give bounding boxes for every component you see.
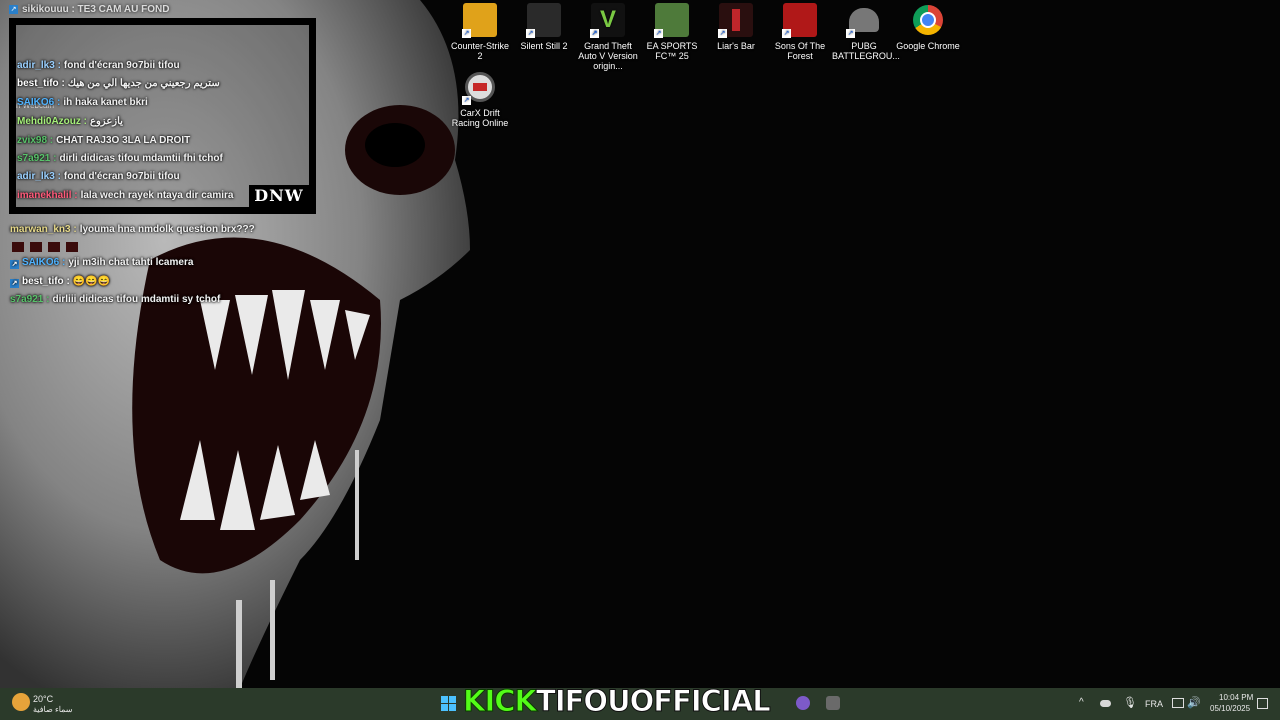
webcam-title: sikikouuu : TE3 CAM AU FOND	[22, 4, 170, 15]
chat-username: marwan_kn3 :	[10, 224, 77, 235]
desktop-icon-carx-drift[interactable]: ↗ CarX Drift Racing Online	[448, 67, 512, 128]
cs2-icon: ↗	[462, 3, 497, 38]
chat-username: Mehdi0Azouz :	[17, 116, 87, 127]
microphone-icon[interactable]: 🎙	[1123, 696, 1137, 709]
kick-badge-icon: ↗	[10, 279, 19, 288]
desktop-icon-label: EA SPORTS FC™ 25	[646, 41, 698, 61]
chat-message: ↗ best_tifo : 😄😄😄	[10, 276, 110, 288]
desktop-icon-sons-of-the-forest[interactable]: ↗ Sons Of The Forest	[768, 0, 832, 61]
chat-text: ستريم رجعيني من جديها الي من هيك	[67, 78, 220, 89]
carx-icon: ↗	[462, 70, 497, 105]
kick-badge-icon: ↗	[10, 260, 19, 269]
network-icon[interactable]	[1172, 698, 1184, 708]
volume-icon[interactable]: 🔊	[1187, 696, 1201, 709]
chat-text: dirli didicas tifou mdamtii fhi tchof	[59, 153, 223, 164]
chat-text: ih haka kanet bkri	[63, 97, 148, 108]
chat-text: lyouma hna nmdolk question brx???	[79, 224, 255, 235]
taskbar-app-icon[interactable]	[826, 696, 840, 710]
chat-username: s7a921 :	[10, 294, 50, 305]
silent-still-icon: ↗	[526, 3, 561, 38]
desktop-icon-label: PUBG BATTLEGROU...	[832, 41, 900, 61]
chat-username: adir_lk3 :	[17, 171, 61, 182]
kick-channel-banner: KICKTIFOUOFFICIAL	[462, 684, 772, 719]
desktop-icon-label: Sons Of The Forest	[774, 41, 826, 61]
weather-description[interactable]: سماء صافية	[33, 705, 73, 714]
chat-text: dirliii didicas tifou mdamtii sy tchof	[52, 294, 221, 305]
windows-start-icon[interactable]	[441, 696, 456, 711]
chat-text: CHAT RAJ3O 3LA LA DROIT	[56, 135, 191, 146]
desktop-icon-counter-strike-2[interactable]: ↗ Counter-Strike 2	[448, 0, 512, 61]
emote-icon	[30, 242, 42, 252]
chat-emote-row	[12, 239, 78, 257]
weather-temperature[interactable]: 20°C	[33, 694, 53, 704]
chat-username: zvix98 :	[17, 135, 54, 146]
emote-icon	[12, 242, 24, 252]
chat-text: 😄😄😄	[72, 276, 111, 287]
desktop-icon-label: Counter-Strike 2	[450, 41, 510, 61]
chat-text: lala wech rayek ntaya dir camira	[80, 190, 234, 201]
chat-username: SAIKO6 :	[17, 97, 61, 108]
clock-date[interactable]: 05/10/2025	[1210, 704, 1250, 713]
chat-username: best_tifo :	[22, 276, 70, 287]
desktop-icon-label: Liar's Bar	[717, 41, 755, 51]
chat-message: ↗ SAIKO6 : yji m3ih chat tahti lcamera	[10, 257, 193, 269]
desktop-icon-ea-fc-25[interactable]: ↗ EA SPORTS FC™ 25	[640, 0, 704, 61]
liars-bar-icon: ↗	[718, 3, 753, 38]
chat-message: s7a921 : dirliii didicas tifou mdamtii sy…	[10, 294, 220, 305]
chat-message: adir_lk3 : fond d'écran 9o7bii tifou	[17, 171, 180, 182]
weather-sun-icon[interactable]	[12, 693, 30, 711]
desktop-icon-label: Silent Still 2	[520, 41, 568, 51]
desktop-icon-google-chrome[interactable]: Google Chrome	[896, 0, 960, 51]
desktop-icon-label: Grand Theft Auto V Version origin...	[578, 41, 638, 71]
channel-watermark-logo: DNW	[249, 185, 309, 207]
taskbar-app-icon[interactable]	[796, 696, 810, 710]
channel-name-text: TIFOUOFFICIAL	[536, 684, 772, 719]
notification-icon[interactable]	[1257, 698, 1268, 709]
sons-forest-icon: ↗	[782, 3, 817, 38]
chat-username: SAIKO6 :	[22, 257, 66, 268]
onedrive-cloud-icon[interactable]	[1100, 700, 1111, 707]
chat-username: best_tifo :	[17, 78, 65, 89]
chat-message: SAIKO6 : ih haka kanet bkri	[17, 97, 148, 108]
chat-text: fond d'écran 9o7bii tifou	[63, 171, 180, 182]
chrome-icon	[911, 3, 945, 37]
gta-v-icon: V ↗	[590, 3, 625, 38]
chat-username: adir_lk3 :	[17, 60, 61, 71]
chat-message: zvix98 : CHAT RAJ3O 3LA LA DROIT	[17, 135, 190, 146]
chat-message: marwan_kn3 : lyouma hna nmdolk question b…	[10, 224, 255, 235]
desktop-icon-gta-v[interactable]: V ↗ Grand Theft Auto V Version origin...	[576, 0, 640, 71]
desktop-icon-liars-bar[interactable]: ↗ Liar's Bar	[704, 0, 768, 51]
chat-username: s7a921 :	[17, 153, 57, 164]
desktop-icon-pubg[interactable]: ↗ PUBG BATTLEGROU...	[832, 0, 900, 61]
pubg-icon: ↗	[846, 3, 881, 38]
chat-message: adir_lk3 : fond d'écran 9o7bii tifou	[17, 60, 180, 71]
chat-message: Mehdi0Azouz : يازعزوع	[17, 116, 123, 127]
chat-message: best_tifo : ستريم رجعيني من جديها الي من …	[17, 78, 220, 89]
desktop-icon-label: Google Chrome	[896, 41, 960, 51]
desktop-icon-silent-still-2[interactable]: ↗ Silent Still 2	[512, 0, 576, 51]
chat-message: s7a921 : dirli didicas tifou mdamtii fhi …	[17, 153, 223, 164]
chat-text: yji m3ih chat tahti lcamera	[68, 257, 194, 268]
kick-badge-icon: ↗	[9, 5, 18, 14]
desktop-icon-label: CarX Drift Racing Online	[451, 108, 509, 128]
chat-text: يازعزوع	[90, 116, 123, 127]
kick-logo-text: KICK	[462, 684, 537, 719]
ea-fc-icon: ↗	[654, 3, 689, 38]
clock-time[interactable]: 10:04 PM	[1219, 693, 1253, 702]
chat-text: fond d'écran 9o7bii tifou	[63, 60, 180, 71]
chat-message: imanekhalil : lala wech rayek ntaya dir c…	[17, 190, 233, 201]
emote-icon	[48, 242, 60, 252]
chat-username: imanekhalil :	[17, 190, 78, 201]
chevron-up-icon[interactable]: ^	[1079, 697, 1084, 708]
emote-icon	[66, 242, 78, 252]
language-indicator[interactable]: FRA	[1145, 699, 1163, 709]
